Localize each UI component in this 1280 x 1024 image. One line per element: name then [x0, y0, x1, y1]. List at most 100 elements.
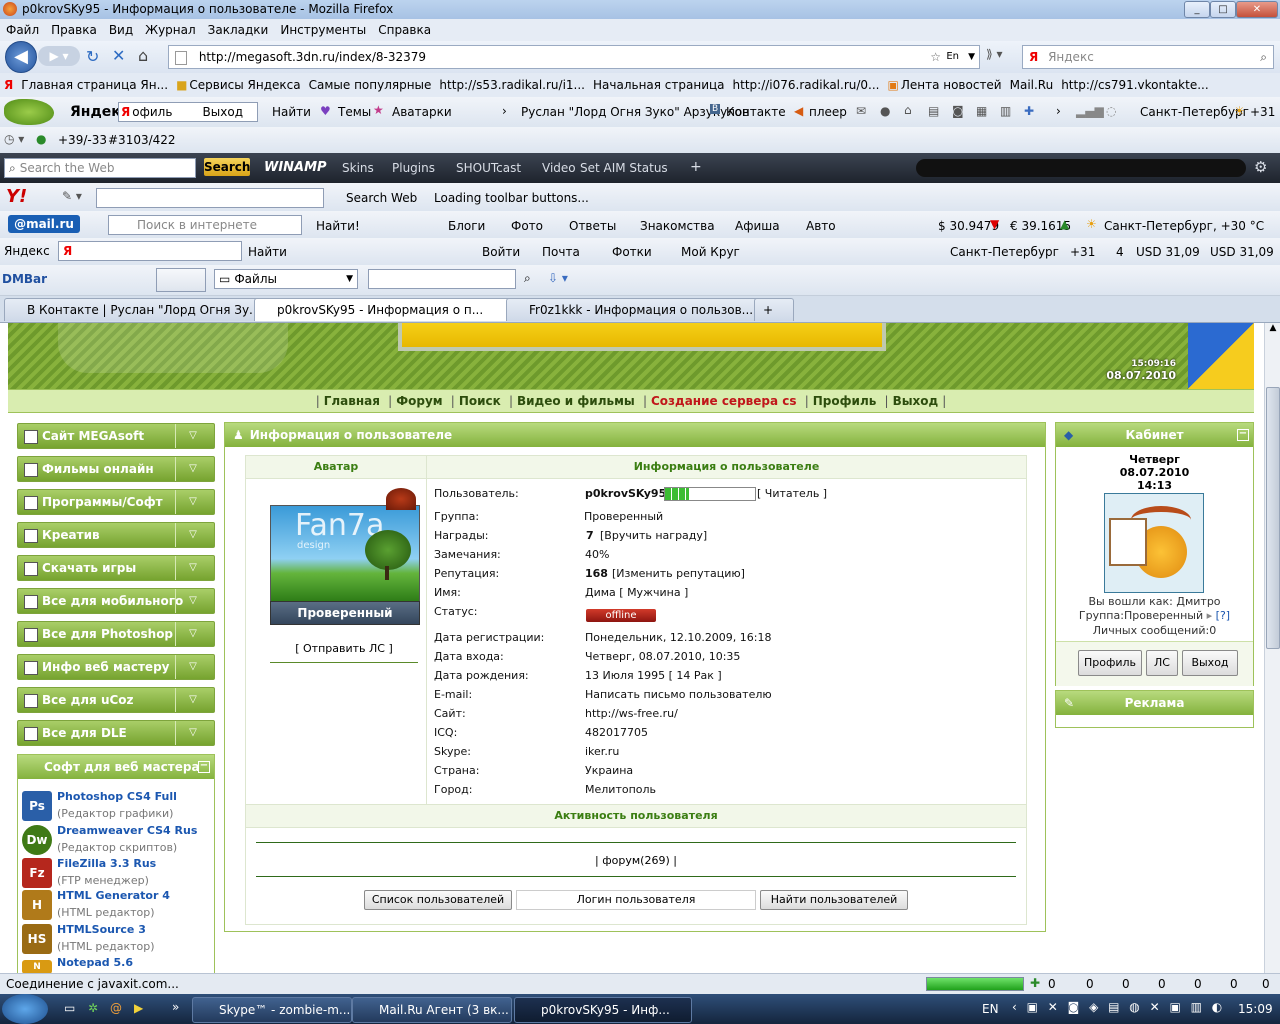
answers-link[interactable]: Ответы: [569, 219, 616, 233]
menu-file[interactable]: Файл: [6, 23, 39, 37]
yahoo-search-input[interactable]: [96, 188, 324, 208]
soft-item-photoshop[interactable]: Ps Photoshop CS4 Full (Редактор графики): [22, 790, 198, 822]
soft-item-dreamweaver[interactable]: Dw Dreamweaver CS4 Rus (Редактор скриптов): [22, 824, 198, 856]
nav-cs-server[interactable]: Создание сервера cs: [651, 394, 797, 408]
menu-block-ucoz[interactable]: Все для uCoz ▽: [17, 687, 215, 713]
back-button[interactable]: ◀: [5, 41, 37, 73]
nav-exit[interactable]: Выход: [893, 394, 939, 408]
dmbar-input[interactable]: [368, 269, 516, 289]
bookmark-item[interactable]: Mail.Ru: [1010, 78, 1054, 92]
menu-block-webmaster[interactable]: Инфо веб мастеру ▽: [17, 654, 215, 680]
field-site-value[interactable]: http://ws-free.ru/: [585, 707, 678, 720]
taskbar-skype[interactable]: Skype™ - zombie-m...: [192, 997, 352, 1023]
quicklaunch-icon[interactable]: ▶: [134, 1001, 143, 1015]
taskbar-more[interactable]: »: [172, 1000, 179, 1014]
blogs-link[interactable]: Блоги: [448, 219, 485, 233]
soft-item-name[interactable]: Photoshop CS4 Full: [57, 790, 177, 803]
soft-item-name[interactable]: Notepad 5.6: [57, 956, 133, 969]
home-icon[interactable]: ⌂: [904, 103, 912, 117]
vk-link[interactable]: Контакте: [726, 105, 786, 119]
tab-profile[interactable]: p0krovSKy95 - Информация о п...✕: [254, 298, 524, 321]
chevron-right-icon[interactable]: ›: [1056, 104, 1061, 118]
add-icon[interactable]: +: [690, 159, 702, 175]
search-input[interactable]: Я Яндекс ⌕: [1022, 45, 1274, 69]
exit-button[interactable]: Выход: [1182, 650, 1238, 676]
soft-item-htmlgen[interactable]: H HTML Generator 4 (HTML редактор): [22, 889, 198, 921]
chevron-down-icon[interactable]: ▽: [175, 457, 210, 481]
menu-view[interactable]: Вид: [109, 23, 133, 37]
nav-forum[interactable]: Форум: [396, 394, 442, 408]
menu-block-games[interactable]: Скачать игры ▽: [17, 555, 215, 581]
bookmark-item[interactable]: http://i076.radikal.ru/0...: [733, 78, 880, 92]
web-search-input[interactable]: ⌕ Search the Web: [4, 158, 196, 178]
menu-block-films[interactable]: Фильмы онлайн ▽: [17, 456, 215, 482]
forward-button[interactable]: ▶ ▾: [38, 46, 80, 66]
winamp-aim-status[interactable]: Set AIM Status: [580, 161, 668, 175]
star-icon[interactable]: ☆: [930, 46, 941, 68]
taskbar-mailru-agent[interactable]: Mail.Ru Агент (3 вк...: [352, 997, 512, 1023]
url-field[interactable]: http://megasoft.3dn.ru/index/8-32379 ☆ E…: [168, 45, 980, 69]
chevron-down-icon[interactable]: ▽: [175, 523, 210, 547]
mailru-logo[interactable]: @mail.ru: [8, 215, 80, 233]
web-search-button[interactable]: Search: [204, 158, 250, 176]
toolbar-icon[interactable]: ▥: [1000, 104, 1011, 118]
soft-item-name[interactable]: HTMLSource 3: [57, 923, 146, 936]
chevron-down-icon[interactable]: ▽: [175, 655, 210, 679]
tray-icons[interactable]: ‹ ▣ ✕ ◙ ◈ ▤ ◍ ✕ ▣ ▥ ◐: [1012, 1000, 1225, 1014]
menu-tools[interactable]: Инструменты: [280, 23, 366, 37]
toolbar-icon[interactable]: ▤: [928, 104, 939, 118]
soft-item-name[interactable]: Dreamweaver CS4 Rus: [57, 824, 197, 837]
yandex2-input[interactable]: Я: [58, 241, 242, 261]
profile-button[interactable]: Профиль: [1078, 650, 1142, 676]
avatars-button[interactable]: Аватарки: [392, 105, 452, 119]
menu-block-software[interactable]: Программы/Софт ▽: [17, 489, 215, 515]
user-list-button[interactable]: Список пользователей: [364, 890, 512, 910]
files-dropdown[interactable]: ▭ Файлы ▼: [214, 269, 358, 289]
dmbar-slot[interactable]: [156, 268, 206, 292]
minimize-button[interactable]: _: [1184, 1, 1210, 18]
winamp-logo[interactable]: WINAMP: [264, 160, 327, 175]
soft-item-notepad[interactable]: N Notepad 5.6: [22, 956, 198, 973]
toolbar-icon[interactable]: ▦: [976, 104, 987, 118]
menu-block-megasoft[interactable]: Сайт MEGAsoft ▽: [17, 423, 215, 449]
change-reputation-link[interactable]: [Изменить репутацию]: [612, 567, 745, 580]
circle-link[interactable]: Мой Круг: [681, 245, 740, 259]
scroll-up-arrow[interactable]: ▲: [1265, 323, 1280, 339]
bookmark-item[interactable]: http://cs791.vkontakte...: [1061, 78, 1208, 92]
quicklaunch-icon[interactable]: @: [110, 1001, 122, 1015]
player-link[interactable]: плеер: [809, 105, 847, 119]
mail-icon[interactable]: ✉: [856, 104, 866, 118]
mail-link[interactable]: Почта: [542, 245, 580, 259]
stop-icon[interactable]: ✕: [112, 46, 125, 65]
gear-icon[interactable]: ⚙: [1254, 158, 1267, 176]
start-button[interactable]: [2, 994, 48, 1024]
winamp-shoutcast[interactable]: SHOUTcast: [456, 161, 521, 175]
close-button[interactable]: ✕: [1236, 1, 1278, 18]
find-users-button[interactable]: Найти пользователей: [760, 890, 908, 910]
toolbar-icon[interactable]: ✚: [1024, 104, 1034, 118]
chevron-down-icon[interactable]: ▽: [175, 589, 210, 613]
winamp-skins[interactable]: Skins: [342, 161, 374, 175]
afisha-link[interactable]: Афиша: [735, 219, 780, 233]
menu-block-dle[interactable]: Все для DLE ▽: [17, 720, 215, 746]
nav-profile[interactable]: Профиль: [813, 394, 877, 408]
yandex-find-button[interactable]: Найти: [272, 105, 311, 119]
collapse-icon[interactable]: −: [198, 761, 210, 773]
themes-button[interactable]: Темы: [338, 105, 371, 119]
bookmark-item[interactable]: http://s53.radikal.ru/i1...: [439, 78, 585, 92]
menu-help[interactable]: Справка: [378, 23, 431, 37]
chevron-down-icon[interactable]: ▽: [175, 622, 210, 646]
chevron-down-icon[interactable]: ▽: [175, 721, 210, 745]
chevron-down-icon[interactable]: ▽: [175, 490, 210, 514]
menu-bookmarks[interactable]: Закладки: [208, 23, 269, 37]
mailru-find-button[interactable]: Найти!: [316, 219, 360, 233]
chat-icon[interactable]: ◌: [1106, 104, 1116, 118]
chevron-right-icon[interactable]: ›: [502, 104, 507, 118]
search-icon[interactable]: ⌕: [1260, 46, 1267, 68]
activity-forum-link[interactable]: | форум(269) |: [256, 854, 1016, 867]
mailru-search-input[interactable]: Поиск в интернете: [108, 215, 302, 235]
menu-block-mobile[interactable]: Все для мобильного ▽: [17, 588, 215, 614]
new-tab-button[interactable]: +: [754, 298, 794, 321]
scroll-thumb[interactable]: [1266, 387, 1280, 649]
cabinet-header[interactable]: ◆ Кабинет −: [1056, 423, 1253, 447]
